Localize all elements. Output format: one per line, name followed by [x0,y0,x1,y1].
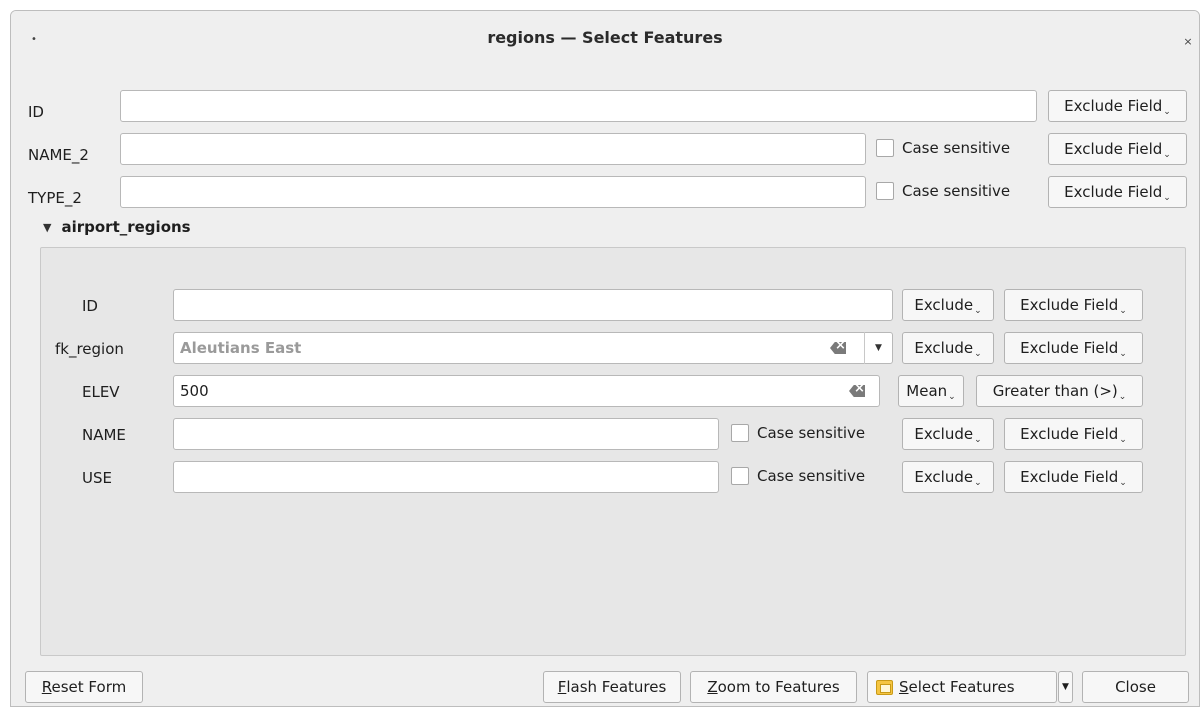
chevron-down-icon: ⌄ [974,306,982,316]
chevron-down-icon: ⌄ [1163,150,1171,160]
checkbox-box [731,467,749,485]
button-label: Exclude Field [1020,425,1119,443]
button-label: Exclude Field [1064,97,1163,115]
clear-icon[interactable] [830,342,846,354]
reset-form-button[interactable]: Reset Form [25,671,143,703]
button-label: Greater than (>) [992,382,1118,400]
checkbox-box [876,182,894,200]
field-label-elev: ELEV [82,383,120,401]
button-label: Mean [906,382,948,400]
chevron-down-icon: ⌄ [1119,478,1127,488]
chevron-down-icon: ⌄ [1163,193,1171,203]
name-2-exclude-field-button[interactable]: Exclude Field ⌄ [1048,133,1187,165]
name-2-input[interactable] [120,133,866,165]
case-sensitive-label: Case sensitive [757,467,866,485]
button-label: Flash Features [557,678,667,696]
airport-regions-section-toggle[interactable]: ▼ airport_regions [43,218,191,236]
case-sensitive-label: Case sensitive [902,182,1011,200]
select-features-menu-button[interactable]: ▼ [1058,671,1073,703]
chevron-down-icon: ⌄ [1119,306,1127,316]
button-label: Exclude Field [1020,296,1119,314]
close-icon[interactable]: × [1181,35,1195,49]
type-2-input[interactable] [120,176,866,208]
button-label: Close [1115,678,1156,696]
field-label-type-2: TYPE_2 [28,189,82,207]
field-label-use: USE [82,469,112,487]
elev-value: 500 [180,382,209,400]
airport-use-input[interactable] [173,461,719,493]
field-label-fk-region: fk_region [55,340,124,358]
button-label: Exclude [914,296,974,314]
button-label: Exclude [914,468,974,486]
fk-region-exclude-button[interactable]: Exclude ⌄ [902,332,994,364]
airport-name-exclude-field-button[interactable]: Exclude Field ⌄ [1004,418,1143,450]
flash-features-button[interactable]: Flash Features [543,671,681,703]
airport-id-exclude-field-button[interactable]: Exclude Field ⌄ [1004,289,1143,321]
type-2-case-sensitive-checkbox[interactable]: Case sensitive [876,182,1010,200]
button-label: Exclude Field [1020,468,1119,486]
elev-input[interactable]: 500 [173,375,880,407]
airport-use-exclude-button[interactable]: Exclude ⌄ [902,461,994,493]
fk-region-combobox[interactable]: Aleutians East ▼ [173,332,893,364]
airport-name-case-sensitive-checkbox[interactable]: Case sensitive [731,424,865,442]
chevron-down-icon: ⌄ [1119,349,1127,359]
button-label: Exclude Field [1064,183,1163,201]
button-label: Reset Form [41,678,127,696]
window-title: regions — Select Features [487,28,723,47]
button-label: Exclude [914,339,974,357]
button-label: Exclude Field [1020,339,1119,357]
chevron-down-icon[interactable]: ▼ [864,332,892,364]
airport-name-input[interactable] [173,418,719,450]
field-label-name: NAME [82,426,126,444]
chevron-down-icon: ⌄ [1119,435,1127,445]
chevron-down-icon: ⌄ [974,435,982,445]
airport-id-exclude-button[interactable]: Exclude ⌄ [902,289,994,321]
button-label: Exclude [914,425,974,443]
chevron-down-icon: ⌄ [1118,392,1127,402]
close-button[interactable]: Close [1082,671,1189,703]
clear-icon[interactable] [849,385,865,397]
elev-greater-than-button[interactable]: Greater than (>) ⌄ [976,375,1143,407]
chevron-down-icon: ⌄ [948,392,956,402]
select-features-dialog: • regions — Select Features × ID Exclude… [10,10,1200,707]
checkbox-box [876,139,894,157]
section-title: airport_regions [61,218,191,236]
name-2-case-sensitive-checkbox[interactable]: Case sensitive [876,139,1010,157]
airport-name-exclude-button[interactable]: Exclude ⌄ [902,418,994,450]
button-label: Exclude Field [1064,140,1163,158]
fk-region-exclude-field-button[interactable]: Exclude Field ⌄ [1004,332,1143,364]
title-bar[interactable]: • regions — Select Features × [11,11,1199,67]
chevron-down-icon: ⌄ [974,478,982,488]
elev-mean-button[interactable]: Mean ⌄ [898,375,964,407]
expand-triangle-icon: ▼ [43,220,52,234]
id-input[interactable] [120,90,1037,122]
field-label-id: ID [28,103,44,121]
case-sensitive-label: Case sensitive [757,424,866,442]
checkbox-box [731,424,749,442]
airport-use-case-sensitive-checkbox[interactable]: Case sensitive [731,467,865,485]
id-exclude-field-button[interactable]: Exclude Field ⌄ [1048,90,1187,122]
zoom-to-features-button[interactable]: Zoom to Features [690,671,857,703]
select-features-button[interactable]: Select Features [867,671,1057,703]
type-2-exclude-field-button[interactable]: Exclude Field ⌄ [1048,176,1187,208]
field-label-name-2: NAME_2 [28,146,89,164]
chevron-down-icon: ⌄ [974,349,982,359]
case-sensitive-label: Case sensitive [902,139,1011,157]
fk-region-value: Aleutians East [180,339,302,357]
chevron-down-icon: ▼ [1062,682,1069,692]
airport-id-input[interactable] [173,289,893,321]
chevron-down-icon: ⌄ [1163,107,1171,117]
button-label: Select Features [899,678,1015,696]
button-label: Zoom to Features [707,678,840,696]
select-features-icon [876,679,893,695]
field-label-id: ID [82,297,98,315]
airport-use-exclude-field-button[interactable]: Exclude Field ⌄ [1004,461,1143,493]
